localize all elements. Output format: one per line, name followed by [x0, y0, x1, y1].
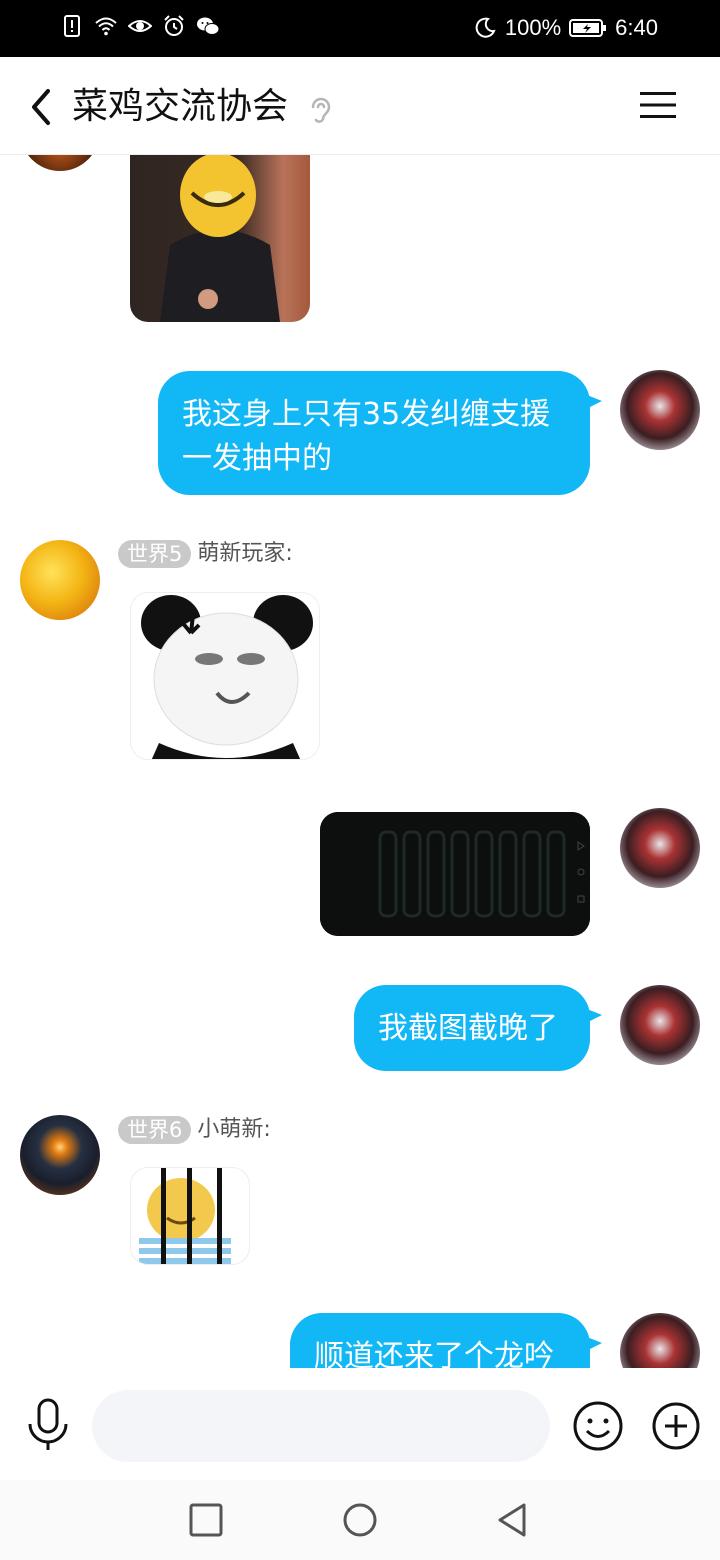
image-message-sticker[interactable]	[130, 155, 310, 322]
avatar[interactable]	[620, 808, 700, 888]
avatar[interactable]	[20, 540, 100, 620]
microphone-icon[interactable]	[26, 1398, 70, 1452]
status-left-icons	[60, 14, 220, 38]
game-screenshot-icon	[320, 812, 590, 936]
image-message-sticker[interactable]	[130, 1167, 250, 1265]
smiley-behind-bars-icon	[139, 1168, 231, 1264]
avatar[interactable]	[20, 155, 100, 171]
avatar[interactable]	[20, 1115, 100, 1195]
wifi-icon	[95, 17, 117, 36]
moon-icon	[475, 17, 496, 38]
message-input[interactable]	[92, 1390, 550, 1462]
clock-time: 6:40	[615, 15, 658, 40]
sender-info: 世界5 萌新玩家:	[118, 540, 293, 568]
message-text-line: 我截图截晚了	[378, 1011, 558, 1046]
message-bubble[interactable]: 我这身上只有35发纠缠支援 一发抽中的	[158, 371, 602, 495]
status-bar: 100% 6:40	[0, 0, 720, 57]
chevron-left-icon[interactable]	[24, 87, 58, 127]
group-title: 菜鸡交流协会	[72, 86, 289, 127]
avatar[interactable]	[620, 1313, 700, 1368]
input-bar	[0, 1368, 720, 1480]
plus-icon[interactable]	[652, 1402, 700, 1450]
avatar[interactable]	[620, 985, 700, 1065]
sender-name[interactable]: 萌新玩家:	[197, 540, 292, 568]
image-message-sticker[interactable]	[130, 592, 320, 760]
sim-alert-icon	[64, 15, 80, 37]
status-right: 100% 6:40	[473, 14, 658, 42]
recent-apps-icon[interactable]	[188, 1502, 224, 1538]
home-icon[interactable]	[342, 1502, 378, 1538]
level-badge: 世界6	[118, 1116, 192, 1144]
alarm-icon	[164, 15, 184, 36]
emoji-icon[interactable]	[572, 1400, 624, 1452]
message-text-line: 我这身上只有35发纠缠支援	[182, 397, 551, 432]
message-bubble[interactable]: 顺道还来了个龙吟	[290, 1313, 602, 1368]
hamburger-menu-icon[interactable]	[640, 90, 676, 120]
smile-mask-person-icon	[160, 155, 280, 322]
battery-percent: 100%	[504, 15, 562, 40]
sender-info: 世界6 小萌新:	[118, 1116, 271, 1144]
ear-icon[interactable]	[308, 93, 334, 127]
avatar[interactable]	[620, 370, 700, 450]
sender-name[interactable]: 小萌新:	[197, 1116, 270, 1144]
chat-header: 菜鸡交流协会	[0, 57, 720, 155]
chat-message-list[interactable]: 我这身上只有35发纠缠支援 一发抽中的 世界5 萌新玩家: 我截图截晚了 世界6…	[0, 155, 720, 1368]
message-bubble[interactable]: 我截图截晚了	[354, 985, 602, 1071]
battery-icon	[569, 19, 607, 37]
panda-meme-icon	[141, 595, 313, 759]
message-text-line: 一发抽中的	[182, 441, 332, 476]
level-badge: 世界5	[118, 540, 192, 568]
eye-icon	[128, 20, 152, 32]
back-triangle-icon[interactable]	[494, 1502, 530, 1538]
message-text-line: 顺道还来了个龙吟	[314, 1339, 554, 1368]
system-nav-bar	[0, 1480, 720, 1560]
wechat-icon	[197, 17, 220, 35]
image-message-screenshot[interactable]	[320, 812, 590, 936]
